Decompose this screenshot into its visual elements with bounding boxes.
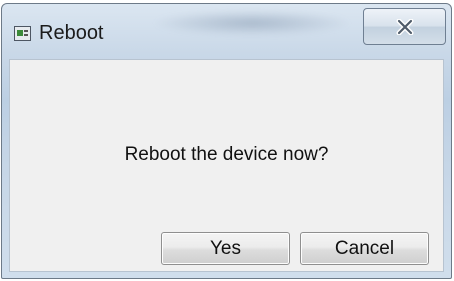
app-window-icon bbox=[14, 26, 31, 41]
yes-button[interactable]: Yes bbox=[161, 232, 290, 265]
window-title: Reboot bbox=[39, 22, 104, 44]
dialog-message: Reboot the device now? bbox=[124, 144, 329, 165]
reboot-dialog-window: Reboot Reboot the device now? Yes Cancel bbox=[1, 3, 452, 279]
dialog-content: Reboot the device now? Yes Cancel bbox=[9, 59, 444, 272]
close-icon bbox=[396, 18, 413, 35]
title-bar[interactable]: Reboot bbox=[2, 4, 451, 59]
cancel-button[interactable]: Cancel bbox=[300, 232, 429, 265]
title-bar-background-blur bbox=[152, 10, 352, 36]
close-button[interactable] bbox=[363, 8, 446, 45]
